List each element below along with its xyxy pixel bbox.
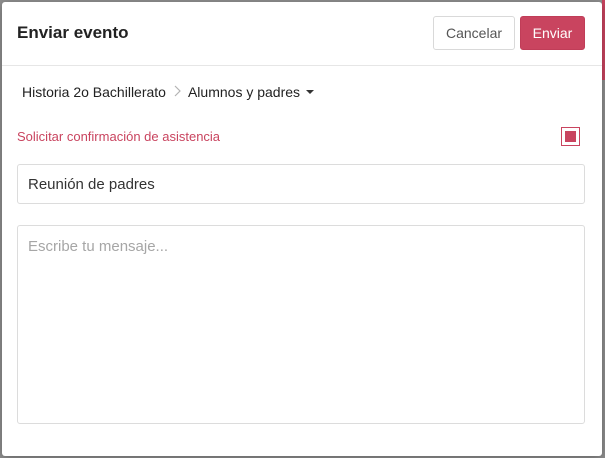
send-event-modal: Enviar evento Cancelar Enviar Historia 2…: [2, 2, 602, 456]
confirmation-label: Solicitar confirmación de asistencia: [17, 129, 221, 144]
breadcrumb: Historia 2o Bachillerato Alumnos y padre…: [22, 82, 315, 102]
caret-down-icon: [306, 90, 315, 94]
checkbox-checked-mark: [565, 131, 576, 142]
chevron-right-icon: [174, 84, 181, 100]
breadcrumb-group[interactable]: Historia 2o Bachillerato: [22, 84, 166, 100]
confirmation-checkbox[interactable]: [561, 127, 580, 146]
send-button[interactable]: Enviar: [520, 16, 585, 50]
audience-dropdown[interactable]: Alumnos y padres: [187, 84, 315, 100]
audience-label: Alumnos y padres: [187, 84, 301, 100]
modal-header: Enviar evento Cancelar Enviar: [2, 2, 602, 66]
modal-title: Enviar evento: [17, 23, 129, 42]
message-textarea[interactable]: [17, 225, 585, 424]
subject-input[interactable]: [17, 164, 585, 204]
cancel-button[interactable]: Cancelar: [433, 16, 515, 50]
